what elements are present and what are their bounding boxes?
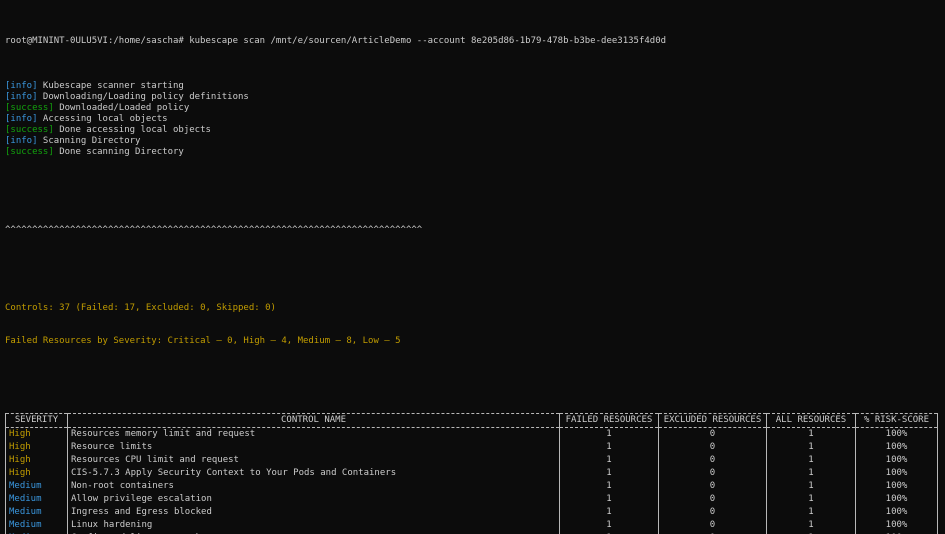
log-line: [info] Kubescape scanner starting: [5, 81, 941, 92]
log-line: [info] Scanning Directory: [5, 136, 941, 147]
risk-score-cell: 100%: [855, 441, 938, 455]
header-all-resources: ALL RESOURCES: [766, 413, 856, 428]
all-resources-cell: 1: [766, 441, 856, 455]
excluded-resources-cell: 0: [658, 480, 767, 494]
control-name-cell: Ingress and Egress blocked: [67, 506, 560, 520]
control-name-cell: Non-root containers: [67, 480, 560, 494]
log-message: Scanning Directory: [37, 136, 141, 147]
failed-resources-cell: 1: [559, 519, 659, 533]
all-resources-cell: 1: [766, 480, 856, 494]
info-tag: [info]: [5, 136, 38, 147]
log-line: [success] Downloaded/Loaded policy: [5, 103, 941, 114]
log-lines: [info] Kubescape scanner starting [info] …: [5, 81, 941, 159]
risk-score-cell: 100%: [855, 454, 938, 468]
all-resources-cell: 1: [766, 519, 856, 533]
header-control-name: CONTROL NAME: [67, 413, 560, 428]
risk-score-cell: 100%: [855, 519, 938, 533]
log-message: Done scanning Directory: [53, 147, 184, 158]
failed-resources-cell: 1: [559, 427, 659, 442]
severity-cell: Medium: [5, 493, 68, 507]
table-row: High CIS-5.7.3 Apply Security Context to …: [5, 467, 938, 481]
table-row: Medium Ingress and Egress blocked 1 0 1 100%: [5, 506, 938, 520]
success-tag: [success]: [5, 102, 54, 113]
risk-score-cell: 100%: [855, 506, 938, 520]
control-name-cell: Linux hardening: [67, 519, 560, 533]
failed-resources-cell: 1: [559, 506, 659, 520]
table-row: Medium Linux hardening 1 0 1 100%: [5, 519, 938, 533]
risk-score-cell: 100%: [855, 480, 938, 494]
log-message: Accessing local objects: [37, 113, 168, 124]
severity-cell: High: [5, 454, 68, 468]
severity-cell: High: [5, 467, 68, 481]
header-failed-resources: FAILED RESOURCES: [559, 413, 659, 428]
results-tbody: High Resources memory limit and request 1 0…: [5, 427, 938, 534]
log-line: [info] Accessing local objects: [5, 114, 941, 125]
table-row: High Resource limits 1 0 1 100%: [5, 441, 938, 455]
header-severity: SEVERITY: [5, 413, 68, 428]
table-row: Medium Allow privilege escalation 1 0 1 100%: [5, 493, 938, 507]
excluded-resources-cell: 0: [658, 493, 767, 507]
info-tag: [info]: [5, 80, 38, 91]
control-name-cell: Resource limits: [67, 441, 560, 455]
log-message: Downloaded/Loaded policy: [53, 102, 190, 113]
header-excluded-resources: EXCLUDED RESOURCES: [658, 413, 767, 428]
control-name-cell: Allow privilege escalation: [67, 493, 560, 507]
severity-cell: High: [5, 441, 68, 455]
results-table: SEVERITY CONTROL NAME FAILED RESOURCES E…: [5, 413, 938, 534]
excluded-resources-cell: 0: [658, 441, 767, 455]
severity-cell: Medium: [5, 480, 68, 494]
failed-resources-cell: 1: [559, 480, 659, 494]
log-line: [success] Done scanning Directory: [5, 147, 941, 158]
table-row: Medium Non-root containers 1 0 1 100%: [5, 480, 938, 494]
controls-summary: Controls: 37 (Failed: 17, Excluded: 0, S…: [5, 302, 276, 313]
risk-score-cell: 100%: [855, 427, 938, 442]
table-header-row: SEVERITY CONTROL NAME FAILED RESOURCES E…: [5, 413, 938, 428]
log-line: [info] Downloading/Loading policy defini…: [5, 92, 941, 103]
table-row: High Resources CPU limit and request 1 0 1 10…: [5, 454, 938, 468]
command-line: root@MININT-0ULU5VI:/home/sascha# kubesca…: [5, 36, 941, 47]
excluded-resources-cell: 0: [658, 467, 767, 481]
success-tag: [success]: [5, 147, 54, 158]
info-tag: [info]: [5, 91, 38, 102]
control-name-cell: Resources memory limit and request: [67, 427, 560, 442]
failed-resources-cell: 1: [559, 493, 659, 507]
success-tag: [success]: [5, 125, 54, 136]
severity-cell: High: [5, 427, 68, 442]
terminal[interactable]: root@MININT-0ULU5VI:/home/sascha# kubesca…: [0, 0, 945, 534]
info-tag: [info]: [5, 113, 38, 124]
risk-score-cell: 100%: [855, 467, 938, 481]
all-resources-cell: 1: [766, 506, 856, 520]
control-name-cell: Resources CPU limit and request: [67, 454, 560, 468]
failed-resources-cell: 1: [559, 441, 659, 455]
excluded-resources-cell: 0: [658, 427, 767, 442]
all-resources-cell: 1: [766, 454, 856, 468]
shell-prompt: root@MININT-0ULU5VI:/home/sascha#: [5, 36, 184, 47]
log-line: [success] Done accessing local objects: [5, 125, 941, 136]
log-message: Done accessing local objects: [53, 125, 211, 136]
control-name-cell: CIS-5.7.3 Apply Security Context to Your…: [67, 467, 560, 481]
severity-cell: Medium: [5, 506, 68, 520]
excluded-resources-cell: 0: [658, 506, 767, 520]
failed-resources-cell: 1: [559, 467, 659, 481]
failed-resources-cell: 1: [559, 454, 659, 468]
severity-cell: Medium: [5, 519, 68, 533]
excluded-resources-cell: 0: [658, 454, 767, 468]
log-message: Kubescape scanner starting: [37, 80, 184, 91]
severity-summary: Failed Resources by Severity: Critical —…: [5, 335, 401, 346]
log-message: Downloading/Loading policy definitions: [37, 91, 249, 102]
table-row: High Resources memory limit and request 1 0…: [5, 427, 938, 442]
caret-separator: ^^^^^^^^^^^^^^^^^^^^^^^^^^^^^^^^^^^^^^^^…: [5, 224, 423, 235]
risk-score-cell: 100%: [855, 493, 938, 507]
all-resources-cell: 1: [766, 493, 856, 507]
all-resources-cell: 1: [766, 467, 856, 481]
all-resources-cell: 1: [766, 427, 856, 442]
command-text: kubescape scan /mnt/e/sourcen/ArticleDem…: [189, 36, 667, 47]
excluded-resources-cell: 0: [658, 519, 767, 533]
header-risk-score: % RISK-SCORE: [855, 413, 938, 428]
